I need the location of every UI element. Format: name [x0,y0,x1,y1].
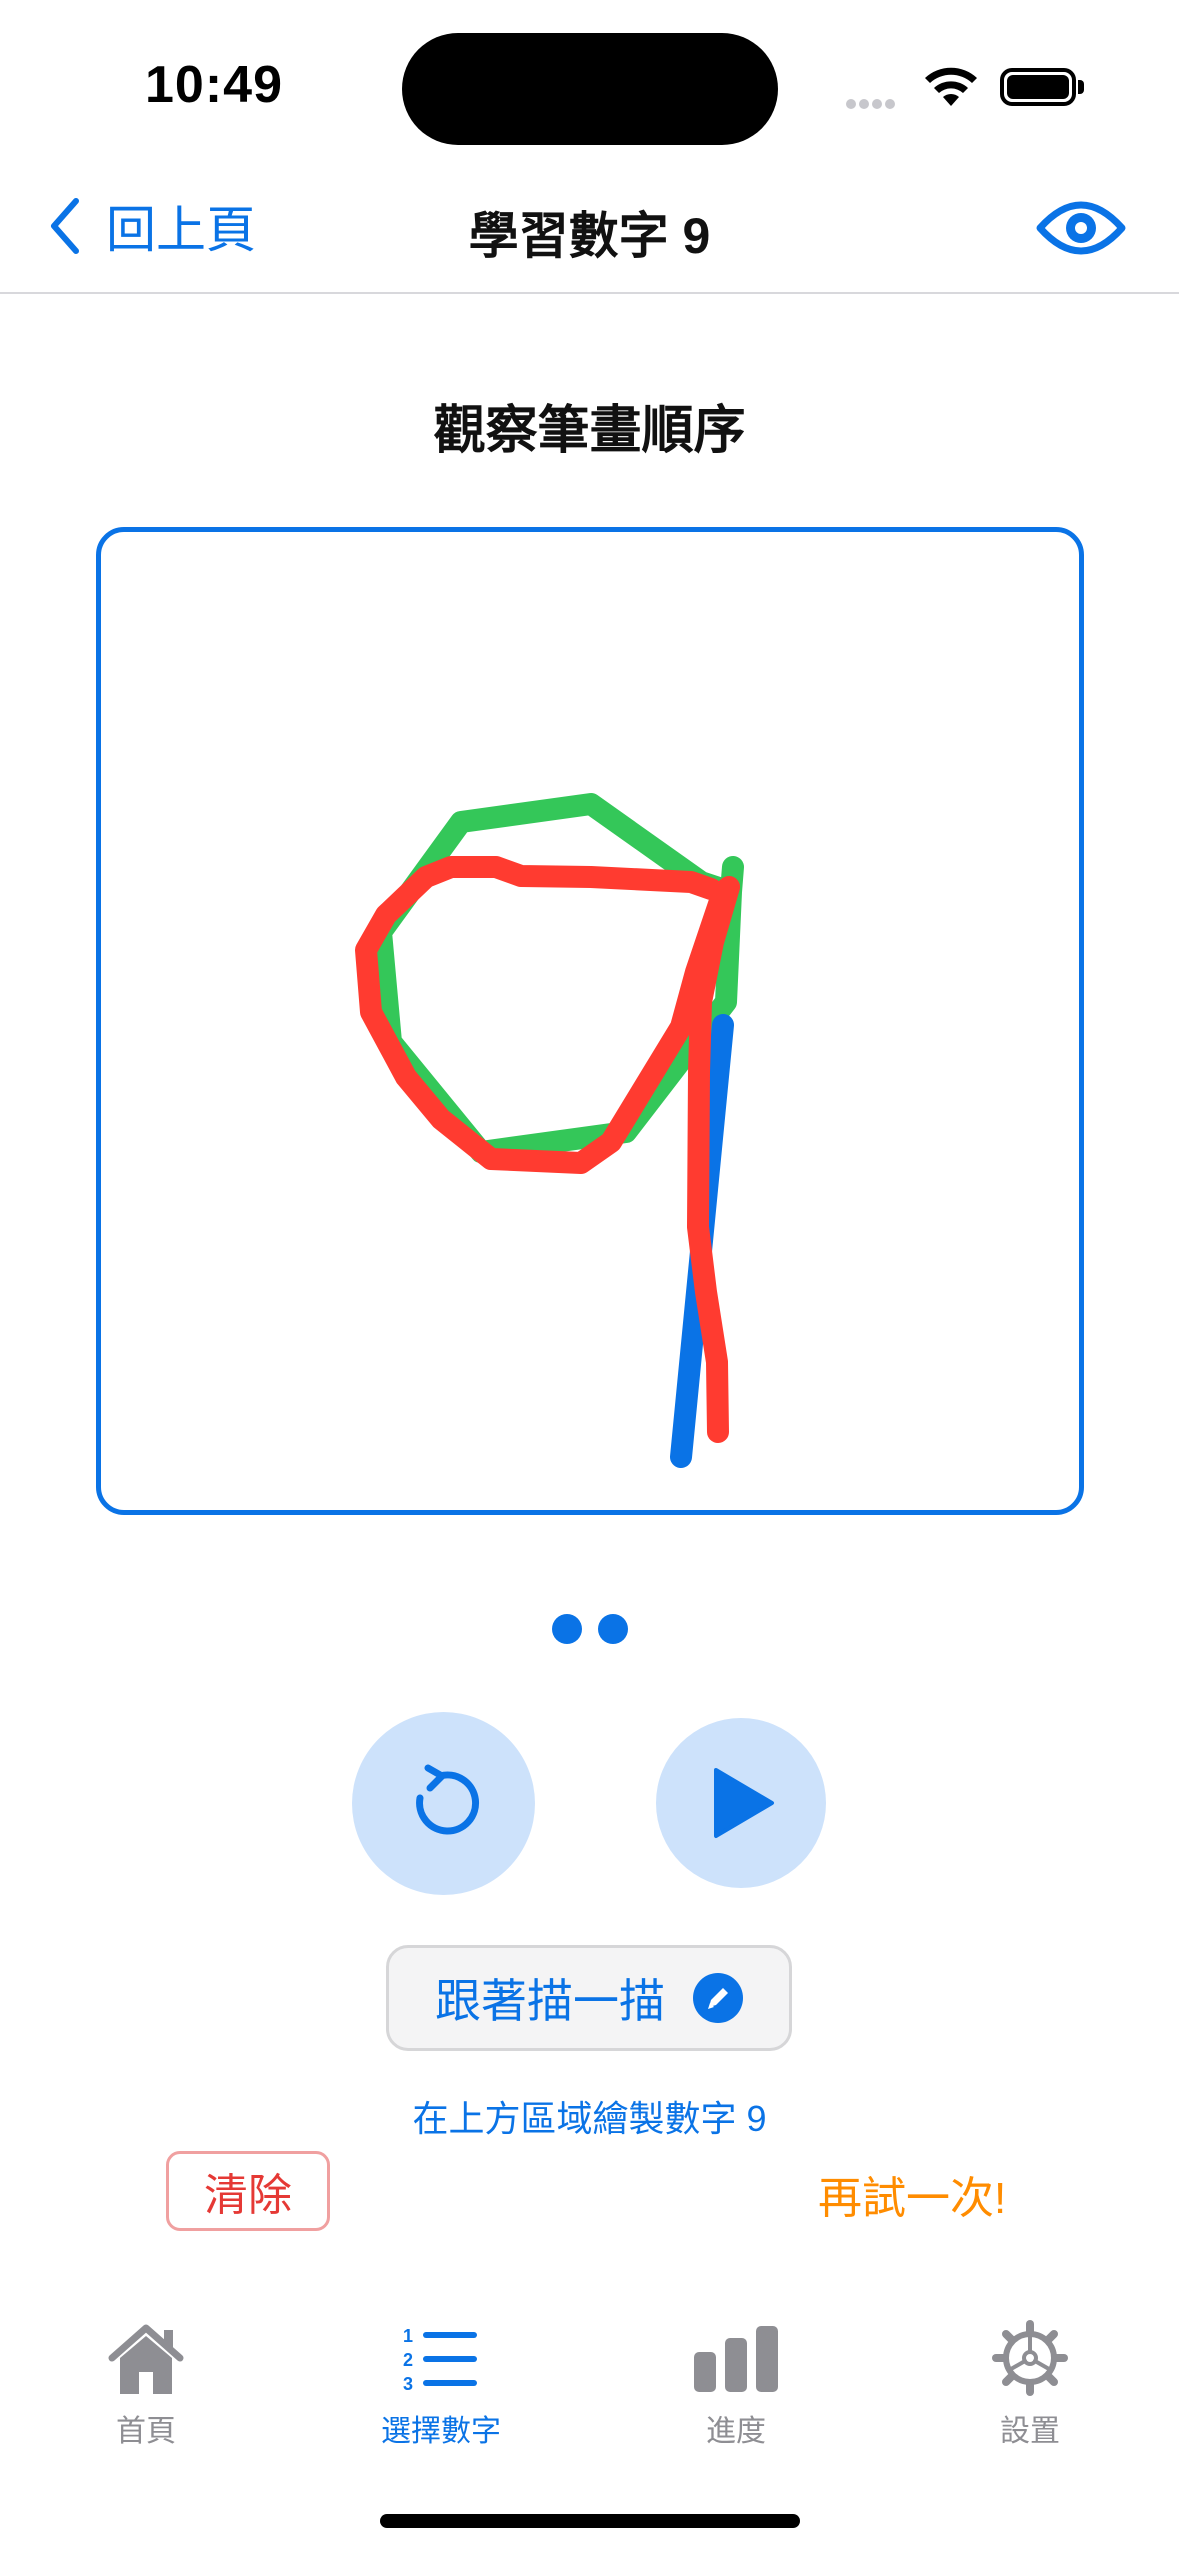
home-indicator [380,2514,800,2528]
page-title: 學習數字 9 [468,208,711,264]
battery-icon [1000,68,1076,106]
numbered-list-icon: 1 2 3 [401,2318,481,2398]
dynamic-island [402,33,778,145]
tab-progress[interactable]: 進度 [636,2318,836,2450]
play-icon [714,1768,774,1838]
trace-button[interactable]: 跟著描一描 [386,1945,792,2051]
gear-icon [992,2318,1068,2398]
wifi-icon [922,64,980,113]
tab-settings[interactable]: 設置 [930,2318,1130,2450]
page-dot [552,1614,582,1644]
cellular-signal-icon [846,96,906,109]
play-button[interactable] [656,1718,826,1888]
nav-divider [0,292,1179,294]
house-icon [104,2318,188,2398]
drawing-canvas[interactable] [96,527,1084,1515]
replay-button[interactable] [352,1712,535,1895]
tab-progress-label: 進度 [706,2415,766,2448]
tab-choose-number-label: 選擇數字 [381,2415,501,2448]
tab-settings-label: 設置 [1000,2415,1060,2448]
tab-choose-number[interactable]: 1 2 3 選擇數字 [341,2318,541,2450]
tab-home-label: 首頁 [116,2415,176,2448]
drawing-hint: 在上方區域繪製數字 9 [412,2098,767,2139]
retry-message: 再試一次! [818,2174,1007,2223]
svg-text:2: 2 [403,2350,413,2370]
replay-icon [415,1764,479,1834]
svg-text:3: 3 [403,2374,413,2392]
clear-button[interactable]: 清除 [166,2151,330,2231]
page-indicator [552,1614,628,1644]
svg-text:1: 1 [403,2326,413,2346]
trace-button-label: 跟著描一描 [435,1975,665,2027]
pencil-icon [693,1973,743,2023]
page-dot [598,1614,628,1644]
battery-cap [1078,80,1084,94]
tab-home[interactable]: 首頁 [46,2318,246,2450]
status-time: 10:49 [145,56,283,114]
eye-icon[interactable] [1036,196,1126,265]
bar-chart-icon [692,2318,780,2398]
section-title: 觀察筆畫順序 [433,402,746,460]
